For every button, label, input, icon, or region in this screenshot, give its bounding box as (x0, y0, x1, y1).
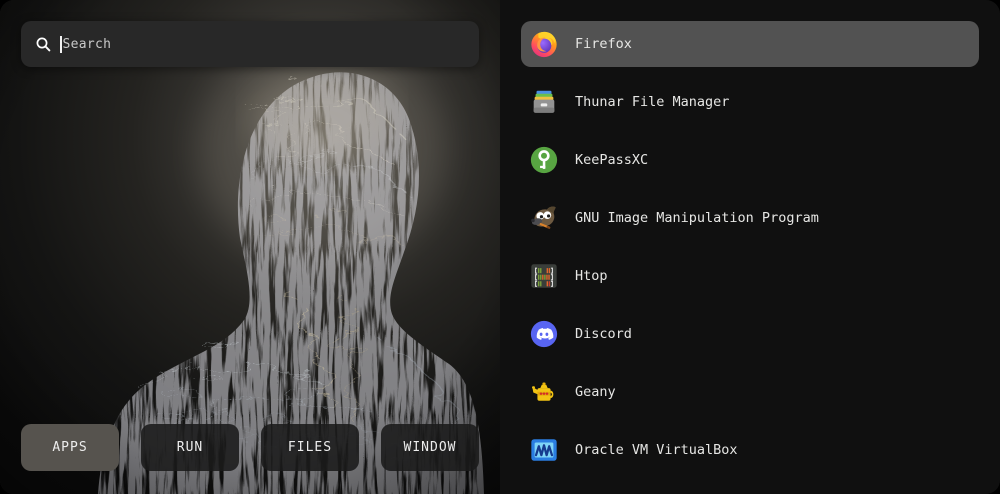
app-label: Geany (575, 384, 616, 400)
app-label: Discord (575, 326, 632, 342)
app-list: Firefox Thunar File Manager (521, 21, 979, 473)
keepassxc-icon (529, 145, 559, 175)
list-item-thunar[interactable]: Thunar File Manager (521, 79, 979, 125)
list-item-keepassxc[interactable]: KeePassXC (521, 137, 979, 183)
tab-window[interactable]: WINDOW (381, 424, 479, 471)
list-item-geany[interactable]: Geany (521, 369, 979, 415)
tab-files[interactable]: FILES (261, 424, 359, 471)
gimp-icon (529, 203, 559, 233)
virtualbox-icon (529, 435, 559, 465)
list-item-firefox[interactable]: Firefox (521, 21, 979, 67)
app-label: Thunar File Manager (575, 94, 729, 110)
thunar-icon (529, 87, 559, 117)
tab-apps[interactable]: APPS (21, 424, 119, 471)
list-item-htop[interactable]: Htop (521, 253, 979, 299)
wallpaper-bust-art (0, 0, 500, 494)
tab-run[interactable]: RUN (141, 424, 239, 471)
app-label: Firefox (575, 36, 632, 52)
text-caret (60, 36, 62, 53)
list-item-gimp[interactable]: GNU Image Manipulation Program (521, 195, 979, 241)
mode-tabs: APPS RUN FILES WINDOW (21, 424, 479, 471)
launcher-window: Search APPS RUN FILES WINDOW (0, 0, 1000, 494)
left-panel: Search APPS RUN FILES WINDOW (0, 0, 500, 494)
geany-icon (529, 377, 559, 407)
app-label: KeePassXC (575, 152, 648, 168)
app-label: Htop (575, 268, 608, 284)
app-list-panel: Firefox Thunar File Manager (500, 0, 1000, 494)
list-item-virtualbox[interactable]: Oracle VM VirtualBox (521, 427, 979, 473)
search-icon (35, 36, 52, 53)
discord-icon (529, 319, 559, 349)
htop-icon (529, 261, 559, 291)
app-label: GNU Image Manipulation Program (575, 210, 819, 226)
app-label: Oracle VM VirtualBox (575, 442, 738, 458)
list-item-discord[interactable]: Discord (521, 311, 979, 357)
search-input[interactable]: Search (21, 21, 479, 67)
firefox-icon (529, 29, 559, 59)
search-placeholder: Search (63, 37, 112, 52)
